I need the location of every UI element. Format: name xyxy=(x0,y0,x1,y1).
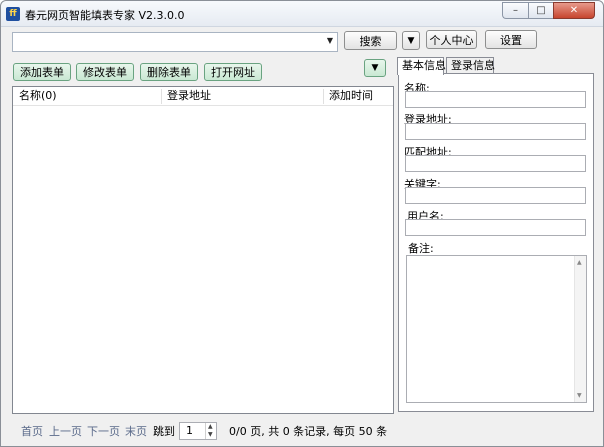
main-window: ff 春元网页智能填表专家 V2.3.0.0 – □ ✕ ▼ 搜索 ▼ 个人中心… xyxy=(0,0,604,447)
search-dropdown-button[interactable]: ▼ xyxy=(402,31,420,50)
next-page-link[interactable]: 下一页 xyxy=(87,423,120,439)
jump-label: 跳到 xyxy=(153,425,175,438)
open-url-button[interactable]: 打开网址 xyxy=(204,63,262,81)
form-list[interactable]: 名称(0) 登录地址 添加时间 xyxy=(12,86,394,414)
column-header-name[interactable]: 名称(0) xyxy=(13,87,57,106)
username-field[interactable] xyxy=(405,219,586,236)
maximize-button[interactable]: □ xyxy=(528,2,553,19)
page-number-value[interactable]: 1 xyxy=(186,424,193,437)
name-field[interactable] xyxy=(405,91,586,108)
match-url-field[interactable] xyxy=(405,155,586,172)
column-header-login-url[interactable]: 登录地址 xyxy=(161,87,211,106)
column-header-added-time[interactable]: 添加时间 xyxy=(323,87,373,106)
title-bar: ff 春元网页智能填表专家 V2.3.0.0 – □ ✕ xyxy=(1,1,603,27)
note-label: 备注: xyxy=(408,242,434,255)
tab-basic-info[interactable]: 基本信息 xyxy=(397,57,446,75)
chevron-down-icon[interactable]: ▼ xyxy=(327,36,333,45)
page-summary: 0/0 页, 共 0 条记录, 每页 50 条 xyxy=(229,425,388,438)
window-title: 春元网页智能填表专家 V2.3.0.0 xyxy=(25,9,185,22)
tab-login-info[interactable]: 登录信息 xyxy=(446,57,495,74)
settings-button[interactable]: 设置 xyxy=(485,30,537,49)
window-controls: – □ ✕ xyxy=(502,2,595,19)
edit-form-button[interactable]: 修改表单 xyxy=(76,63,134,81)
add-form-button[interactable]: 添加表单 xyxy=(13,63,71,81)
personal-center-button[interactable]: 个人中心 xyxy=(426,30,477,49)
scroll-down-icon[interactable]: ▼ xyxy=(577,392,582,399)
list-header: 名称(0) 登录地址 添加时间 xyxy=(13,87,393,106)
prev-page-link[interactable]: 上一页 xyxy=(49,423,82,439)
delete-form-button[interactable]: 删除表单 xyxy=(140,63,198,81)
scroll-up-icon[interactable]: ▲ xyxy=(577,259,582,266)
search-combo[interactable]: ▼ xyxy=(12,32,338,52)
minimize-button[interactable]: – xyxy=(502,2,528,19)
keyword-field[interactable] xyxy=(405,187,586,204)
last-page-link[interactable]: 末页 xyxy=(125,423,147,439)
close-button[interactable]: ✕ xyxy=(553,2,595,19)
search-button[interactable]: 搜索 xyxy=(344,31,397,50)
app-icon: ff xyxy=(6,7,20,21)
spin-down-icon[interactable]: ▼ xyxy=(208,431,213,438)
login-url-field[interactable] xyxy=(405,123,586,140)
note-scrollbar[interactable]: ▲ ▼ xyxy=(574,256,586,402)
basic-info-panel: 名称: 登录地址: 匹配地址: 关键字: 用户名: 备注: ▲ ▼ xyxy=(398,73,594,412)
page-number-stepper[interactable]: 1 ▲ ▼ xyxy=(179,422,217,440)
note-textarea[interactable]: ▲ ▼ xyxy=(406,255,587,403)
spin-buttons[interactable]: ▲ ▼ xyxy=(205,423,216,439)
toolbar-dropdown-button[interactable]: ▼ xyxy=(364,59,386,77)
first-page-link[interactable]: 首页 xyxy=(21,423,43,439)
spin-up-icon[interactable]: ▲ xyxy=(208,423,213,430)
